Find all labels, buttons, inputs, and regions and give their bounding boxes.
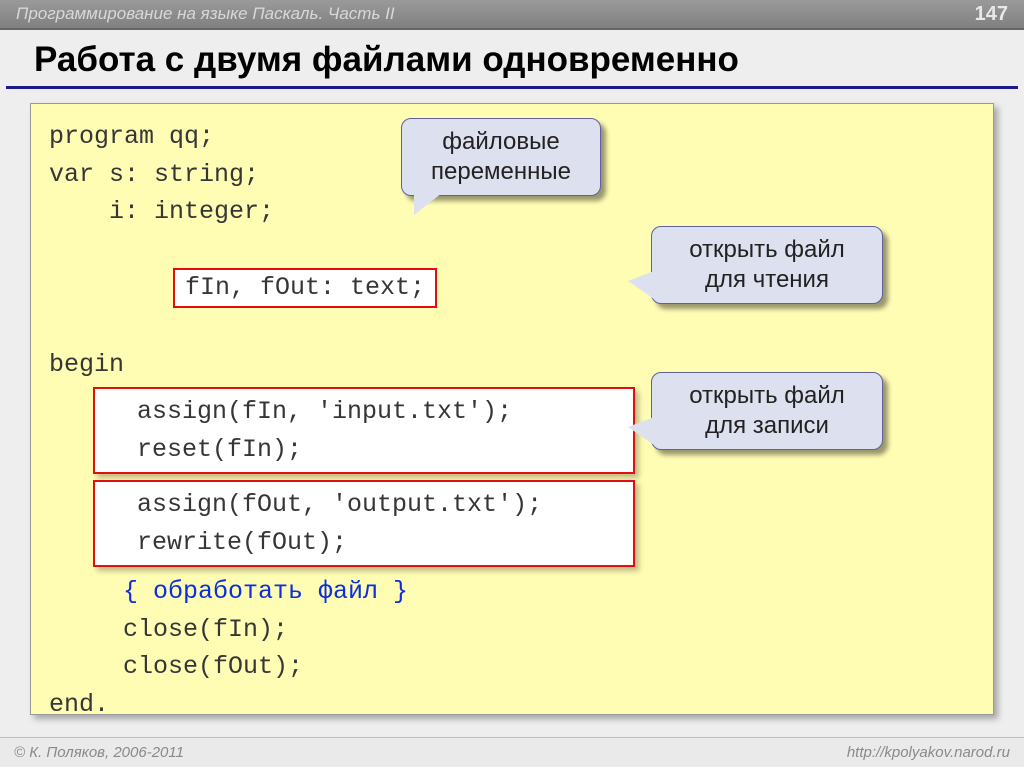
slide-title: Работа с двумя файлами одновременно — [6, 30, 1018, 89]
code-line: rewrite(fOut); — [107, 524, 621, 562]
code-line: close(fIn); — [49, 611, 975, 649]
header-bar: Программирование на языке Паскаль. Часть… — [0, 0, 1024, 30]
code-line: assign(fOut, 'output.txt'); — [107, 486, 621, 524]
code-line: reset(fIn); — [107, 431, 621, 469]
code-line: close(fOut); — [49, 648, 975, 686]
url: http://kpolyakov.narod.ru — [847, 744, 1010, 761]
page-number: 147 — [975, 3, 1008, 26]
code-block: program qq; var s: string; i: integer; f… — [30, 103, 994, 715]
highlight-open-write: assign(fOut, 'output.txt'); rewrite(fOut… — [93, 480, 635, 567]
footer: © К. Поляков, 2006-2011 http://kpolyakov… — [0, 737, 1024, 767]
callout-open-write: открыть файл для записи — [651, 372, 883, 450]
callout-text: открыть файл для чтения — [689, 236, 845, 293]
code-line: i: integer; — [49, 193, 975, 231]
code-line: end. — [49, 686, 975, 724]
callout-text: открыть файл для записи — [689, 382, 845, 439]
code-line: assign(fIn, 'input.txt'); — [107, 393, 621, 431]
callout-file-variables: файловые переменные — [401, 118, 601, 196]
highlight-open-read: assign(fIn, 'input.txt'); reset(fIn); — [93, 387, 635, 474]
course-title: Программирование на языке Паскаль. Часть… — [16, 4, 395, 24]
highlight-text-vars: fIn, fOut: text; — [173, 268, 437, 308]
code-comment: { обработать файл } — [49, 573, 975, 611]
callout-open-read: открыть файл для чтения — [651, 226, 883, 304]
copyright: © К. Поляков, 2006-2011 — [14, 744, 184, 761]
callout-text: файловые переменные — [431, 128, 571, 185]
